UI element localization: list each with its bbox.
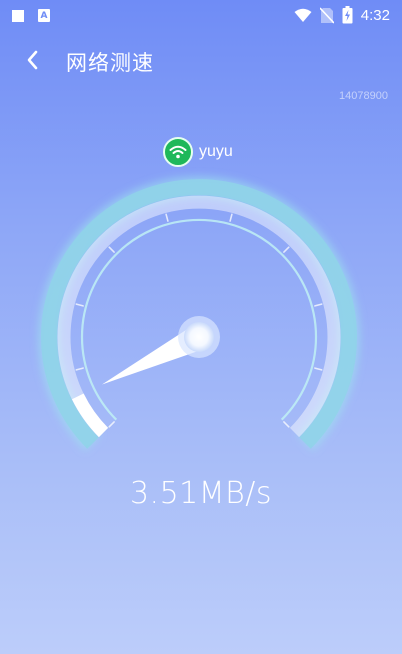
gauge-tick bbox=[229, 213, 233, 222]
gauge-inner-ring bbox=[80, 218, 318, 421]
gauge-tick bbox=[108, 246, 115, 253]
gauge-tick bbox=[75, 303, 84, 307]
status-time: 4:32 bbox=[360, 6, 390, 24]
gauge-outer-ring bbox=[41, 179, 357, 449]
wifi-icon bbox=[169, 145, 187, 159]
no-sim-icon bbox=[319, 6, 334, 24]
back-button[interactable] bbox=[20, 46, 48, 74]
wifi-badge bbox=[163, 137, 193, 167]
gauge-track bbox=[57, 195, 341, 438]
gauge-tick bbox=[283, 421, 290, 428]
gauge-tick bbox=[165, 213, 169, 222]
gauge-tick bbox=[108, 421, 115, 428]
gauge-tick bbox=[314, 367, 323, 371]
gauge-tick bbox=[75, 367, 84, 371]
gauge-glow bbox=[38, 176, 360, 451]
gauge-hub bbox=[184, 322, 214, 352]
a-notification-icon: A bbox=[38, 9, 50, 22]
wifi-signal-icon bbox=[294, 8, 312, 22]
network-name: yuyu bbox=[199, 143, 233, 160]
device-code: 14078900 bbox=[339, 90, 388, 102]
gauge-tick bbox=[314, 303, 323, 307]
gauge-progress bbox=[71, 393, 109, 438]
gauge-tick bbox=[283, 246, 290, 253]
stop-square-icon bbox=[12, 9, 24, 22]
network-info: yuyu bbox=[163, 137, 233, 167]
chevron-left-icon bbox=[27, 50, 38, 70]
speed-value: 3.51MB/s bbox=[129, 476, 273, 511]
status-bar: A 4:32 bbox=[0, 0, 402, 32]
battery-charging-icon bbox=[342, 6, 353, 24]
speed-test-screen: A 4:32 网络测速 14078900 yuyu 3.51MB/s bbox=[0, 0, 402, 654]
gauge-needle bbox=[102, 325, 205, 385]
gauge-hub-halo bbox=[178, 316, 220, 358]
page-title: 网络测速 bbox=[66, 51, 154, 75]
